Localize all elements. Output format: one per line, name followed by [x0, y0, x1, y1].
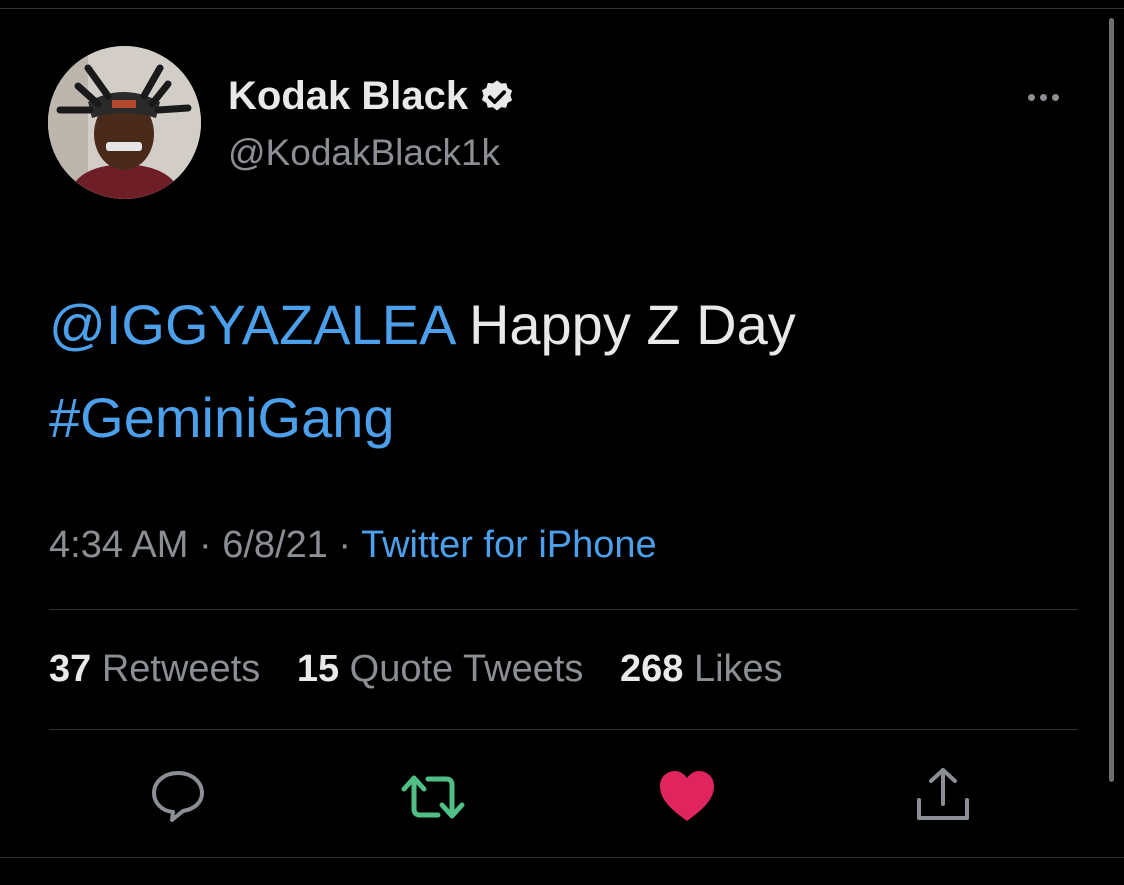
tweet-source-link[interactable]: Twitter for iPhone — [361, 524, 657, 566]
more-dot — [1040, 93, 1047, 101]
author-name[interactable]: Kodak Black — [228, 74, 516, 119]
retweet-icon[interactable] — [400, 772, 466, 822]
quote-tweets-label: Quote Tweets — [349, 648, 584, 690]
retweets-label: Retweets — [101, 648, 261, 690]
more-options-icon[interactable] — [1028, 82, 1072, 112]
likes-label: Likes — [693, 648, 783, 690]
divider — [49, 729, 1078, 730]
share-icon[interactable] — [914, 766, 972, 824]
hashtag-link[interactable]: #GeminiGang — [49, 386, 395, 449]
like-icon[interactable] — [658, 770, 716, 822]
more-dot — [1028, 93, 1035, 101]
meta-separator: · — [327, 524, 361, 566]
tweet-meta: 4:34 AM · 6/8/21 · Twitter for iPhone — [49, 524, 657, 567]
retweets-count: 37 — [49, 648, 92, 690]
tweet-date[interactable]: 6/8/21 — [222, 524, 328, 566]
divider — [49, 609, 1078, 610]
verified-badge-icon — [482, 79, 513, 110]
likes-count: 268 — [620, 648, 684, 690]
meta-separator: · — [188, 524, 223, 566]
retweets-stat[interactable]: 37 Retweets — [49, 648, 260, 690]
tweet-text: @IGGYAZALEA Happy Z Day #GeminiGang — [49, 278, 1049, 464]
avatar[interactable] — [48, 46, 201, 199]
likes-stat[interactable]: 268 Likes — [620, 648, 783, 690]
tweet-stats: 37 Retweets 15 Quote Tweets 268 Likes — [49, 648, 809, 691]
bottom-divider — [0, 857, 1124, 858]
avatar-image — [48, 46, 201, 199]
quote-tweets-stat[interactable]: 15 Quote Tweets — [297, 648, 584, 690]
tweet-body: Happy Z Day — [453, 293, 796, 356]
author-display-name[interactable]: Kodak Black — [228, 74, 468, 119]
reply-icon[interactable] — [150, 770, 206, 822]
scrollbar[interactable] — [1109, 18, 1114, 782]
author-handle[interactable]: @KodakBlack1k — [228, 132, 500, 174]
more-dot — [1052, 93, 1059, 101]
tweet-time[interactable]: 4:34 AM — [49, 524, 188, 566]
top-divider — [0, 8, 1124, 9]
mention-link[interactable]: @IGGYAZALEA — [49, 293, 453, 356]
quote-tweets-count: 15 — [296, 648, 340, 690]
